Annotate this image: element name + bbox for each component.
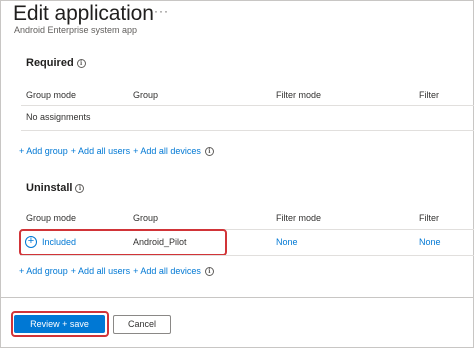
review-save-button[interactable]: Review + save bbox=[14, 315, 105, 333]
page-title: Edit application bbox=[13, 2, 154, 25]
cancel-button[interactable]: Cancel bbox=[113, 315, 171, 334]
info-icon[interactable]: i bbox=[75, 183, 85, 193]
row-group-mode-link[interactable]: Included bbox=[42, 237, 76, 247]
required-col-group-mode: Group mode bbox=[26, 90, 77, 100]
row-group: Android_Pilot bbox=[133, 237, 187, 247]
required-col-group: Group bbox=[133, 90, 159, 100]
uninstall-add-all-devices-link[interactable]: + Add all devices bbox=[133, 266, 201, 276]
info-icon[interactable]: i bbox=[204, 266, 214, 276]
required-add-all-devices-link[interactable]: + Add all devices bbox=[133, 146, 201, 156]
table-divider bbox=[21, 255, 474, 256]
uninstall-col-filter-mode: Filter mode bbox=[276, 213, 322, 223]
uninstall-add-group-link[interactable]: + Add group bbox=[19, 266, 68, 276]
required-add-links: + Add group + Add all users + Add all de… bbox=[19, 146, 217, 156]
table-divider bbox=[21, 130, 474, 131]
uninstall-title-label: Uninstall bbox=[26, 182, 73, 194]
uninstall-add-all-users-link[interactable]: + Add all users bbox=[71, 266, 130, 276]
required-col-filter: Filter bbox=[419, 90, 439, 100]
uninstall-section-title: Uninstall i bbox=[26, 182, 85, 194]
row-filter-mode-link[interactable]: None bbox=[276, 237, 298, 247]
required-add-all-users-link[interactable]: + Add all users bbox=[71, 146, 130, 156]
required-empty-text: No assignments bbox=[26, 112, 91, 122]
required-title-label: Required bbox=[26, 57, 74, 69]
uninstall-add-links: + Add group + Add all users + Add all de… bbox=[19, 266, 217, 276]
plus-circle-icon[interactable]: + bbox=[25, 236, 37, 248]
info-icon[interactable]: i bbox=[76, 58, 86, 68]
required-add-group-link[interactable]: + Add group bbox=[19, 146, 68, 156]
footer-divider bbox=[1, 297, 473, 298]
page-subtitle: Android Enterprise system app bbox=[14, 25, 138, 35]
required-section-title: Required i bbox=[26, 57, 86, 69]
uninstall-col-filter: Filter bbox=[419, 213, 439, 223]
window-frame bbox=[0, 0, 474, 348]
info-icon[interactable]: i bbox=[204, 146, 214, 156]
required-col-filter-mode: Filter mode bbox=[276, 90, 322, 100]
row-filter-link[interactable]: None bbox=[419, 237, 441, 247]
uninstall-col-group-mode: Group mode bbox=[26, 213, 77, 223]
uninstall-col-group: Group bbox=[133, 213, 159, 223]
more-icon[interactable]: ··· bbox=[154, 4, 169, 18]
table-divider bbox=[21, 105, 474, 106]
